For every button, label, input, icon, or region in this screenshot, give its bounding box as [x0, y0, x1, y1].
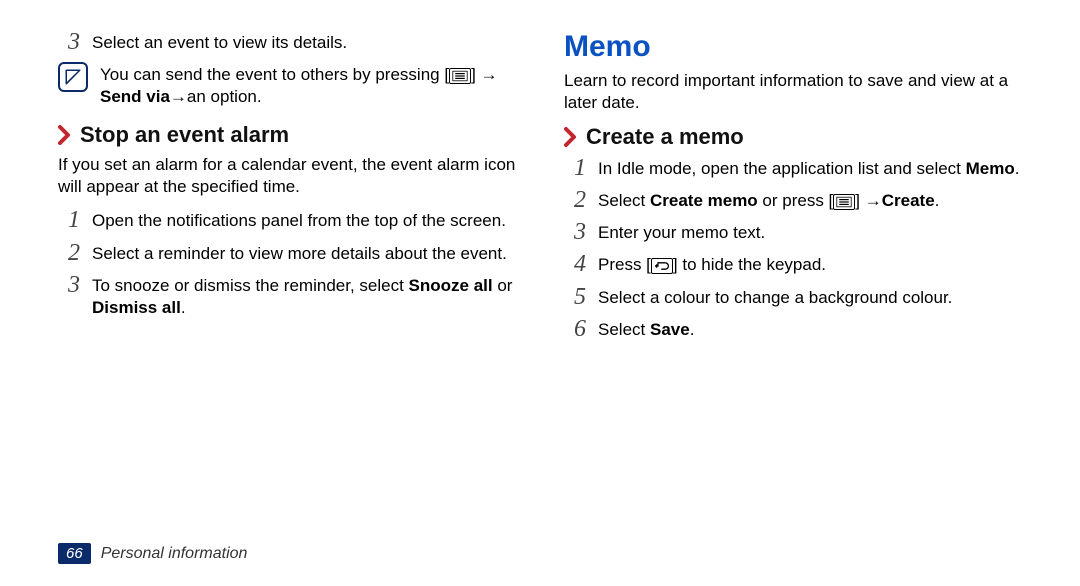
bold-create-memo: Create memo [650, 191, 758, 210]
step-1-open-notifications: 1 Open the notifications panel from the … [58, 208, 516, 232]
note-seg-1: You can send the event to others by pres… [100, 65, 449, 84]
step-text: Select a reminder to view more details a… [92, 241, 507, 265]
page-number: 66 [58, 543, 91, 564]
step-number: 5 [564, 285, 586, 309]
section-title-memo: Memo [564, 30, 1022, 64]
subheading-stop-alarm: Stop an event alarm [58, 122, 516, 148]
chapter-title: Personal information [101, 545, 248, 563]
subheading-label: Stop an event alarm [80, 122, 289, 148]
step-text: Select Create memo or press [] → Create. [598, 188, 939, 212]
menu-key-icon [833, 194, 855, 210]
step-4-hide-keypad: 4 Press [ ] to hide the keypad. [564, 252, 1022, 276]
seg: To snooze or dismiss the reminder, selec… [92, 276, 409, 295]
seg: Press [ [598, 255, 651, 274]
seg: or [493, 276, 513, 295]
step-text: Select Save. [598, 317, 694, 341]
arrow-icon: → [170, 86, 187, 108]
arrow-icon: → [481, 64, 498, 86]
step-number: 2 [58, 241, 80, 265]
seg: In Idle mode, open the application list … [598, 159, 966, 178]
footer: 66 Personal information [58, 543, 247, 564]
menu-key-icon [449, 68, 471, 84]
bold-save: Save [650, 320, 690, 339]
step-number: 1 [564, 156, 586, 180]
step-text: Open the notifications panel from the to… [92, 208, 506, 232]
step-text: Select an event to view its details. [92, 30, 347, 54]
seg: . [181, 298, 186, 317]
step-number: 3 [58, 273, 80, 297]
note-bold: Send via [100, 87, 170, 106]
step-number: 3 [564, 220, 586, 244]
right-column: Memo Learn to record important informati… [564, 30, 1022, 566]
step-1-open-memo: 1 In Idle mode, open the application lis… [564, 156, 1022, 180]
chevron-right-icon [58, 125, 72, 145]
step-5-select-colour: 5 Select a colour to change a background… [564, 285, 1022, 309]
step-3-snooze-dismiss: 3 To snooze or dismiss the reminder, sel… [58, 273, 516, 319]
seg: or press [ [758, 191, 834, 210]
note-seg-2: ] [471, 65, 480, 84]
step-text: To snooze or dismiss the reminder, selec… [92, 273, 516, 319]
seg: ] to hide the keypad. [673, 255, 826, 274]
bold-memo: Memo [966, 159, 1015, 178]
intro-memo: Learn to record important information to… [564, 70, 1022, 114]
step-text: Select a colour to change a background c… [598, 285, 952, 309]
seg: . [690, 320, 695, 339]
back-key-icon [651, 258, 673, 274]
note-icon [58, 62, 88, 92]
note-text: You can send the event to others by pres… [100, 62, 516, 108]
seg: ] [855, 191, 864, 210]
step-number: 6 [564, 317, 586, 341]
step-3-enter-text: 3 Enter your memo text. [564, 220, 1022, 244]
note-seg-3: an option. [187, 87, 262, 106]
step-number: 3 [58, 30, 80, 54]
step-6-save: 6 Select Save. [564, 317, 1022, 341]
left-column: 3 Select an event to view its details. Y… [58, 30, 516, 566]
step-2-select-reminder: 2 Select a reminder to view more details… [58, 241, 516, 265]
step-text: Press [ ] to hide the keypad. [598, 252, 826, 276]
step-number: 2 [564, 188, 586, 212]
step-text: In Idle mode, open the application list … [598, 156, 1019, 180]
page: 3 Select an event to view its details. Y… [0, 0, 1080, 586]
step-text: Enter your memo text. [598, 220, 765, 244]
note-send-via: You can send the event to others by pres… [58, 62, 516, 108]
arrow-icon: → [865, 190, 882, 212]
bold-create: Create [882, 191, 935, 210]
step-number: 4 [564, 252, 586, 276]
bold-snooze-all: Snooze all [409, 276, 493, 295]
seg: Select [598, 320, 650, 339]
seg: . [1015, 159, 1020, 178]
chevron-right-icon [564, 127, 578, 147]
step-3-view-details: 3 Select an event to view its details. [58, 30, 516, 54]
subheading-create-memo: Create a memo [564, 124, 1022, 150]
seg: . [935, 191, 940, 210]
seg: Select [598, 191, 650, 210]
columns: 3 Select an event to view its details. Y… [58, 30, 1022, 566]
subheading-label: Create a memo [586, 124, 744, 150]
step-2-create-memo: 2 Select Create memo or press [] → Creat… [564, 188, 1022, 212]
intro-stop-alarm: If you set an alarm for a calendar event… [58, 154, 516, 198]
bold-dismiss-all: Dismiss all [92, 298, 181, 317]
step-number: 1 [58, 208, 80, 232]
